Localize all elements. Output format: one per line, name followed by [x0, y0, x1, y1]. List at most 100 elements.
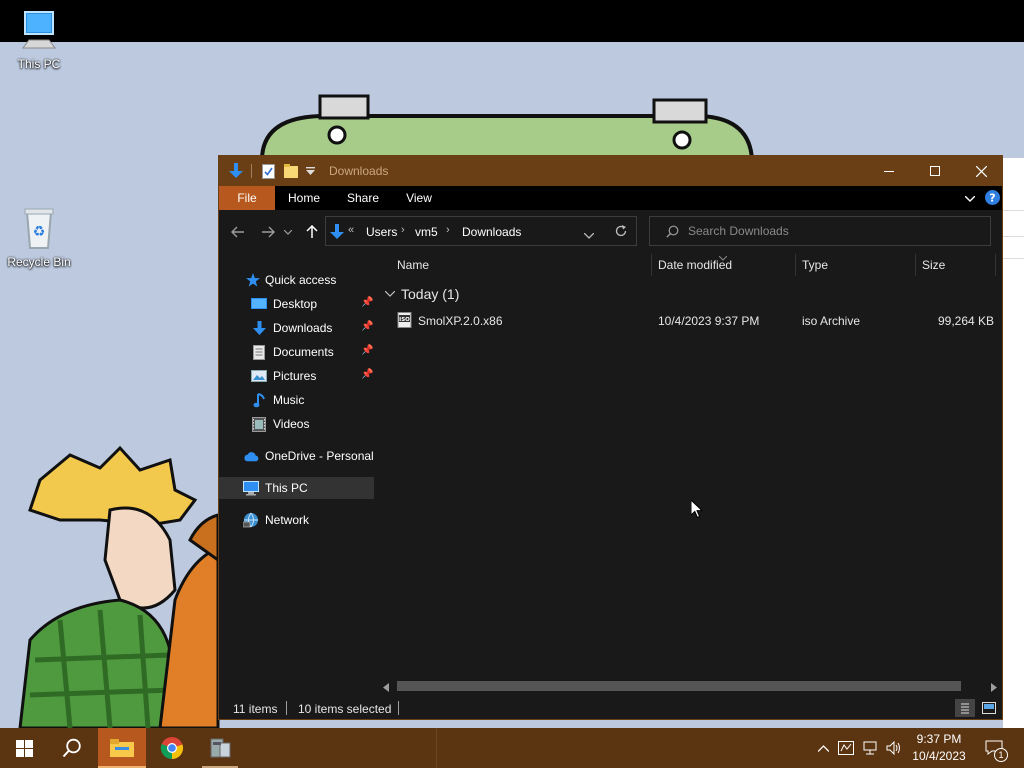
file-row[interactable]: ISO SmolXP.2.0.x86 10/4/2023 9:37 PM iso… [379, 310, 999, 332]
svg-text:ISO: ISO [399, 317, 410, 323]
nav-item-label: Documents [273, 345, 334, 359]
breadcrumb-vm5[interactable]: vm5 [415, 225, 438, 239]
breadcrumb-downloads[interactable]: Downloads [462, 225, 521, 239]
pin-icon: 📌 [361, 321, 374, 332]
recent-locations-button[interactable] [281, 221, 295, 243]
desktop-icon-recycle-bin[interactable]: ♻ Recycle Bin [1, 206, 77, 269]
clock-date: 10/4/2023 [912, 749, 966, 763]
search-icon [666, 225, 679, 241]
nav-item-onedrive[interactable]: OneDrive - Personal [219, 445, 374, 467]
scrollbar-thumb[interactable] [397, 681, 961, 691]
start-button[interactable] [0, 728, 48, 768]
column-header-name[interactable]: Name [397, 252, 647, 278]
column-separator[interactable] [651, 254, 652, 276]
nav-item-label: OneDrive - Personal [265, 449, 374, 463]
column-header-type[interactable]: Type [802, 252, 914, 278]
network-status-button[interactable] [860, 728, 880, 768]
file-explorer-window: Downloads File Home Share View ? « Users… [218, 155, 1003, 720]
file-size: 99,264 KB [938, 314, 995, 328]
desktop-icon-this-pc[interactable]: This PC [1, 10, 77, 71]
cloud-icon [243, 448, 259, 464]
scroll-left-icon[interactable] [383, 681, 389, 695]
arrow-up-icon [306, 225, 318, 238]
forward-button[interactable] [257, 221, 279, 243]
column-header-date-modified[interactable]: Date modified [658, 252, 794, 278]
column-separator[interactable] [995, 254, 996, 276]
status-divider [398, 701, 399, 715]
nav-item-music[interactable]: Music [219, 389, 374, 411]
new-folder-icon[interactable] [282, 162, 300, 180]
search-box[interactable] [649, 216, 991, 246]
arrow-left-icon [231, 226, 244, 238]
tab-home[interactable]: Home [281, 186, 327, 210]
pin-icon: 📌 [361, 369, 374, 380]
tray-app-button[interactable] [836, 728, 856, 768]
search-button[interactable] [48, 728, 96, 768]
help-icon: ? [984, 190, 1000, 205]
title-bar[interactable]: Downloads [219, 156, 1002, 186]
status-bar: 11 items 10 items selected [219, 697, 1002, 719]
nav-item-label: Network [265, 513, 310, 527]
horizontal-scrollbar[interactable] [379, 678, 1001, 692]
pane-divider[interactable] [377, 252, 378, 696]
nav-item-label: Desktop [273, 297, 318, 311]
chevron-down-icon [583, 232, 595, 239]
scroll-right-icon[interactable] [991, 681, 997, 695]
maximize-button[interactable] [912, 156, 958, 186]
column-header-size[interactable]: Size [922, 252, 992, 278]
music-note-icon [251, 392, 267, 408]
help-button[interactable]: ? [983, 186, 1001, 210]
customize-quick-access-icon[interactable] [303, 162, 317, 180]
search-input[interactable] [688, 223, 978, 239]
tab-view[interactable]: View [397, 186, 441, 210]
navigation-pane: Quick access Desktop 📌 Downloads 📌 Docum… [219, 252, 377, 696]
taskbar-app-button[interactable] [198, 728, 242, 768]
status-selected-count: 10 items selected [298, 702, 392, 716]
column-separator[interactable] [915, 254, 916, 276]
nav-item-videos[interactable]: Videos [219, 413, 374, 435]
background-window-edge [1003, 158, 1024, 728]
star-icon [245, 272, 261, 288]
nav-item-desktop[interactable]: Desktop 📌 [219, 293, 374, 315]
tab-share[interactable]: Share [339, 186, 387, 210]
breadcrumb-users[interactable]: Users [366, 225, 397, 239]
search-icon [62, 738, 81, 758]
group-header-today[interactable]: Today (1) [385, 284, 459, 304]
file-name: SmolXP.2.0.x86 [418, 314, 503, 328]
overflow-breadcrumb[interactable]: « [348, 224, 354, 236]
address-history-button[interactable] [583, 228, 595, 242]
nav-item-label: Videos [273, 417, 310, 431]
nav-item-documents[interactable]: Documents 📌 [219, 341, 374, 363]
nav-item-network[interactable]: Network [219, 509, 374, 531]
details-view-button[interactable] [955, 699, 975, 717]
column-separator[interactable] [795, 254, 796, 276]
breadcrumb-separator[interactable]: › [401, 224, 405, 236]
refresh-button[interactable] [614, 224, 628, 241]
taskbar-file-explorer-button[interactable] [98, 728, 146, 768]
recycle-bin-icon: ♻ [1, 206, 77, 253]
close-button[interactable] [958, 156, 1004, 186]
action-center-button[interactable]: 1 [980, 728, 1008, 768]
breadcrumb-separator[interactable]: › [446, 224, 450, 236]
nav-item-quick-access[interactable]: Quick access [219, 269, 374, 291]
show-hidden-icons-button[interactable] [814, 728, 832, 768]
arrow-right-icon [262, 226, 275, 238]
chevron-up-icon [817, 744, 829, 752]
properties-icon[interactable] [259, 162, 277, 180]
address-bar[interactable]: « Users › vm5 › Downloads [325, 216, 637, 246]
nav-item-pictures[interactable]: Pictures 📌 [219, 365, 374, 387]
minimize-icon [884, 171, 894, 172]
back-button[interactable] [227, 221, 249, 243]
nav-item-this-pc[interactable]: This PC [219, 477, 374, 499]
tab-file[interactable]: File [219, 186, 275, 210]
clock[interactable]: 9:37 PM 10/4/2023 [904, 731, 974, 765]
up-button[interactable] [301, 221, 323, 243]
chevron-down-icon [964, 195, 976, 202]
minimize-button[interactable] [866, 156, 912, 186]
large-icons-view-button[interactable] [979, 699, 999, 717]
documents-icon [251, 344, 267, 360]
nav-item-downloads[interactable]: Downloads 📌 [219, 317, 374, 339]
taskbar-chrome-button[interactable] [148, 728, 196, 768]
volume-button[interactable] [884, 728, 904, 768]
expand-ribbon-button[interactable] [961, 186, 979, 210]
